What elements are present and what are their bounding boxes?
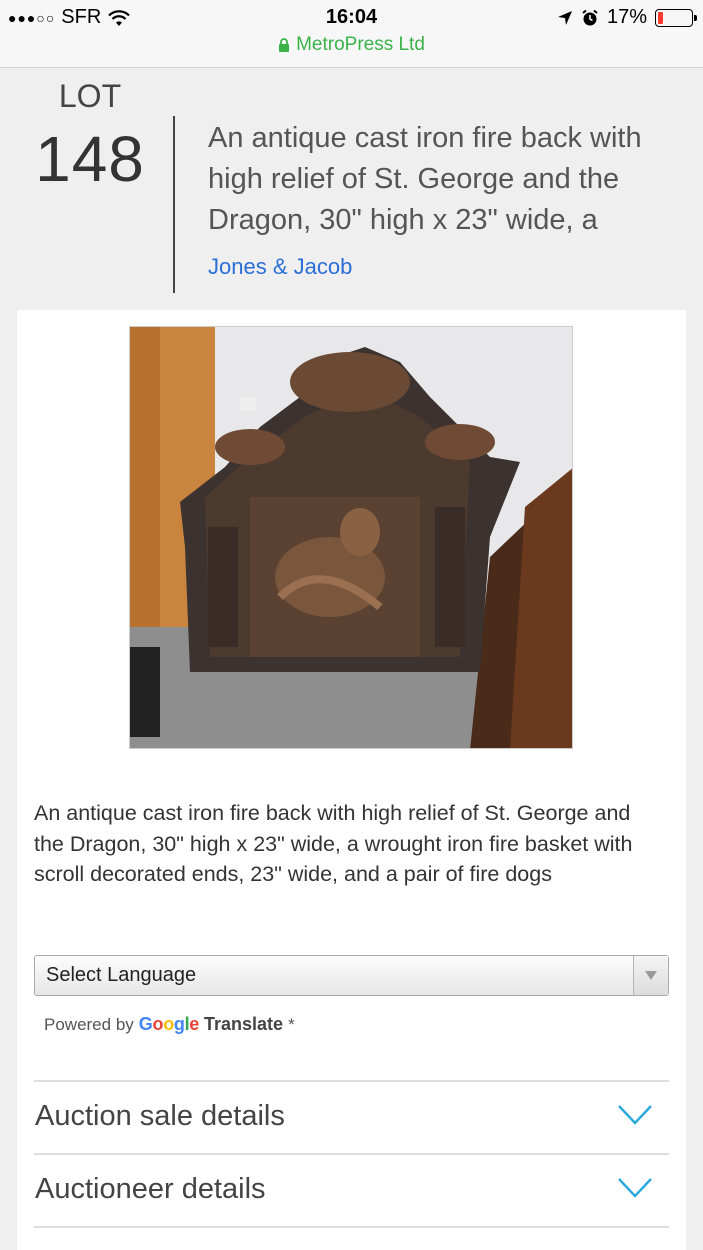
location-arrow-icon bbox=[557, 10, 572, 25]
lot-description: An antique cast iron fire back with high… bbox=[34, 801, 633, 886]
lot-divider bbox=[173, 116, 175, 293]
lot-number: 148 bbox=[35, 123, 145, 195]
asterisk: * bbox=[288, 1015, 295, 1034]
accordion-auction-sale-details[interactable]: Auction sale details bbox=[34, 1082, 669, 1154]
powered-by-google-translate: Powered by Google Translate * bbox=[44, 1014, 295, 1035]
fire-back-photo-illustration bbox=[130, 327, 572, 748]
language-select-value: Select Language bbox=[46, 964, 197, 986]
chevron-down-icon bbox=[645, 971, 657, 980]
battery-percent: 17% bbox=[606, 6, 647, 28]
lot-title: An antique cast iron fire back with high… bbox=[208, 122, 642, 236]
chevron-down-icon[interactable] bbox=[617, 1104, 653, 1126]
accordion-auctioneer-details[interactable]: Auctioneer details bbox=[34, 1155, 669, 1227]
powered-by-label: Powered by bbox=[44, 1015, 134, 1034]
status-right: 17% bbox=[557, 6, 697, 29]
lot-label: LOT bbox=[58, 78, 122, 114]
url-bar[interactable]: MetroPress Ltd bbox=[0, 34, 703, 56]
chevron-down-icon[interactable] bbox=[617, 1177, 653, 1199]
auctioneer-link[interactable]: Jones & Jacob bbox=[208, 254, 352, 280]
lot-photo[interactable] bbox=[129, 326, 573, 749]
ios-status-bar: ●●●○○ SFR 16:04 17% MetroPress Ltd bbox=[0, 0, 703, 68]
battery-tip bbox=[694, 14, 697, 21]
accordion-divider bbox=[34, 1226, 669, 1228]
accordion-label: Auctioneer details bbox=[35, 1173, 266, 1205]
alarm-clock-icon bbox=[582, 9, 598, 25]
lot-detail-card: An antique cast iron fire back with high… bbox=[17, 310, 686, 1250]
google-logo[interactable]: Google bbox=[139, 1014, 200, 1035]
battery-level bbox=[658, 11, 664, 24]
battery-icon bbox=[655, 8, 697, 27]
translate-label[interactable]: Translate bbox=[204, 1014, 283, 1035]
accordion-label: Auction sale details bbox=[35, 1100, 285, 1132]
select-arrow-box[interactable] bbox=[633, 956, 668, 995]
lock-icon bbox=[279, 37, 290, 52]
language-select[interactable]: Select Language bbox=[34, 955, 669, 996]
site-name: MetroPress Ltd bbox=[296, 34, 425, 55]
